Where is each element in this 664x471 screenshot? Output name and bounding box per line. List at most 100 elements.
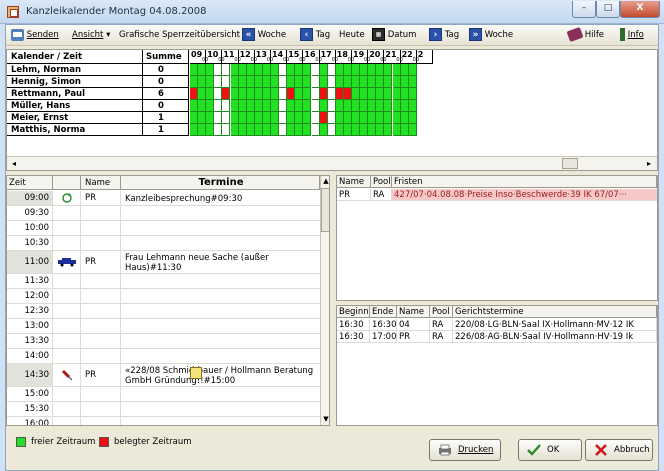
time-slot-cell[interactable] — [271, 100, 280, 112]
col-header-beginn[interactable]: Beginn — [337, 306, 370, 318]
appointment-row[interactable]: 11:00 PR Frau Lehmann neue Sache (außer Ha… — [7, 251, 320, 274]
time-slot-cell[interactable] — [408, 124, 417, 136]
today-button[interactable]: Heute — [339, 28, 365, 42]
time-slot-cell[interactable] — [295, 88, 304, 100]
time-slot-cell[interactable] — [335, 112, 344, 124]
info-button[interactable]: Info — [620, 28, 644, 42]
time-slot-cell[interactable] — [327, 76, 336, 88]
time-slot-cell[interactable] — [214, 64, 223, 76]
time-slot-cell[interactable] — [190, 100, 199, 112]
court-dates-table[interactable]: Beginn Ende Name Pool Gerichtstermine 16:30 16… — [336, 305, 658, 426]
send-button[interactable]: Senden — [11, 28, 59, 42]
time-slot-cell[interactable] — [360, 124, 369, 136]
scroll-up-button[interactable]: ▲ — [321, 176, 329, 186]
gericht-cell-pool[interactable]: RA — [430, 331, 453, 343]
time-slot-cell[interactable] — [279, 100, 288, 112]
grafik-sperrzeit-button[interactable]: Grafische Sperrzeitübersicht — [119, 28, 240, 42]
time-slot-cell[interactable] — [206, 124, 215, 136]
time-slot-cell[interactable] — [198, 76, 207, 88]
time-slot-cell[interactable] — [311, 100, 320, 112]
time-slot-cell[interactable] — [319, 76, 328, 88]
time-slot-cell[interactable] — [352, 76, 361, 88]
time-slot-cell[interactable] — [295, 100, 304, 112]
appointment-row[interactable]: 09:00 PR Kanzleibesprechung#09:30 — [7, 191, 320, 206]
time-slot-cell[interactable] — [254, 124, 263, 136]
time-slot-cell[interactable] — [190, 112, 199, 124]
time-slot-cell[interactable] — [384, 76, 393, 88]
time-slot-cell[interactable] — [352, 88, 361, 100]
time-slot-cell[interactable] — [303, 76, 312, 88]
time-slot-cell[interactable] — [246, 100, 255, 112]
time-slot-cell[interactable] — [246, 88, 255, 100]
prev-day-button[interactable]: ‹ Tag — [300, 28, 330, 42]
appointment-row[interactable]: 09:30 — [7, 206, 320, 221]
time-slot-cell[interactable] — [279, 88, 288, 100]
col-header-pool[interactable]: Pool — [430, 306, 453, 318]
scroll-right-button[interactable]: ▸ — [643, 158, 655, 170]
time-slot-cell[interactable] — [287, 64, 296, 76]
col-header-time[interactable]: Zeit — [7, 176, 53, 190]
gericht-cell-begin[interactable]: 16:30 — [337, 319, 370, 331]
time-slot-cell[interactable] — [238, 100, 247, 112]
col-header-name[interactable]: Name — [337, 176, 371, 188]
time-slot-cell[interactable] — [343, 124, 352, 136]
fristen-cell-text[interactable]: 427/07·04.08.08·Preise Inso·Beschwerde·3… — [392, 189, 657, 201]
gericht-cell-pool[interactable]: RA — [430, 319, 453, 331]
time-slot-cell[interactable] — [279, 112, 288, 124]
gericht-cell-text[interactable]: 220/08·LG·BLN·Saal IX·Hollmann·MV·12 IK — [453, 319, 657, 331]
time-slot-cell[interactable] — [190, 88, 199, 100]
time-slot-cell[interactable] — [262, 88, 271, 100]
time-slot-cell[interactable] — [222, 100, 231, 112]
grid-row-name[interactable]: Müller, Hans — [7, 100, 143, 112]
gericht-cell-end[interactable]: 16:30 — [370, 319, 397, 331]
time-slot-cell[interactable] — [352, 64, 361, 76]
gericht-cell-name[interactable]: 04 — [397, 319, 430, 331]
time-slot-cell[interactable] — [206, 100, 215, 112]
time-slot-cell[interactable] — [287, 124, 296, 136]
time-slot-cell[interactable] — [368, 76, 377, 88]
time-slot-cell[interactable] — [190, 124, 199, 136]
time-slot-cell[interactable] — [360, 100, 369, 112]
time-slot-cell[interactable] — [206, 88, 215, 100]
time-slot-cell[interactable] — [206, 64, 215, 76]
time-slot-cell[interactable] — [392, 112, 401, 124]
time-slot-cell[interactable] — [400, 124, 409, 136]
time-slot-cell[interactable] — [384, 100, 393, 112]
time-slot-cell[interactable] — [360, 76, 369, 88]
time-slot-cell[interactable] — [327, 112, 336, 124]
time-slot-cell[interactable] — [246, 124, 255, 136]
grid-row-name[interactable]: Matthis, Norma — [7, 124, 143, 136]
gericht-cell-name[interactable]: PR — [397, 331, 430, 343]
cancel-button[interactable]: Abbruch — [585, 439, 653, 461]
time-slot-cell[interactable] — [392, 88, 401, 100]
time-slot-cell[interactable] — [327, 64, 336, 76]
time-slot-cell[interactable] — [262, 64, 271, 76]
time-slot-cell[interactable] — [254, 88, 263, 100]
grid-row-name[interactable]: Rettmann, Paul — [7, 88, 143, 100]
time-slot-cell[interactable] — [400, 64, 409, 76]
appointment-row[interactable]: 15:30 — [7, 402, 320, 417]
time-slot-cell[interactable] — [384, 124, 393, 136]
time-slot-cell[interactable] — [311, 76, 320, 88]
appointment-row[interactable]: 10:00 — [7, 221, 320, 236]
time-slot-cell[interactable] — [408, 76, 417, 88]
time-slot-cell[interactable] — [319, 124, 328, 136]
time-slot-cell[interactable] — [238, 64, 247, 76]
time-slot-cell[interactable] — [246, 76, 255, 88]
help-button[interactable]: Hilfe — [566, 26, 604, 43]
appointments-scrollbar[interactable]: ▲ ▼ — [320, 176, 329, 425]
time-slot-cell[interactable] — [271, 112, 280, 124]
time-slot-cell[interactable] — [343, 76, 352, 88]
time-slot-cell[interactable] — [190, 64, 199, 76]
gericht-cell-begin[interactable]: 16:30 — [337, 331, 370, 343]
time-slot-cell[interactable] — [206, 112, 215, 124]
grid-row-name[interactable]: Lehm, Norman — [7, 64, 143, 76]
time-slot-cell[interactable] — [343, 100, 352, 112]
time-slot-cell[interactable] — [408, 88, 417, 100]
time-slot-cell[interactable] — [287, 100, 296, 112]
time-slot-cell[interactable] — [279, 124, 288, 136]
time-slot-cell[interactable] — [279, 76, 288, 88]
time-slot-cell[interactable] — [246, 112, 255, 124]
time-slot-cell[interactable] — [230, 64, 239, 76]
time-slot-cell[interactable] — [254, 112, 263, 124]
